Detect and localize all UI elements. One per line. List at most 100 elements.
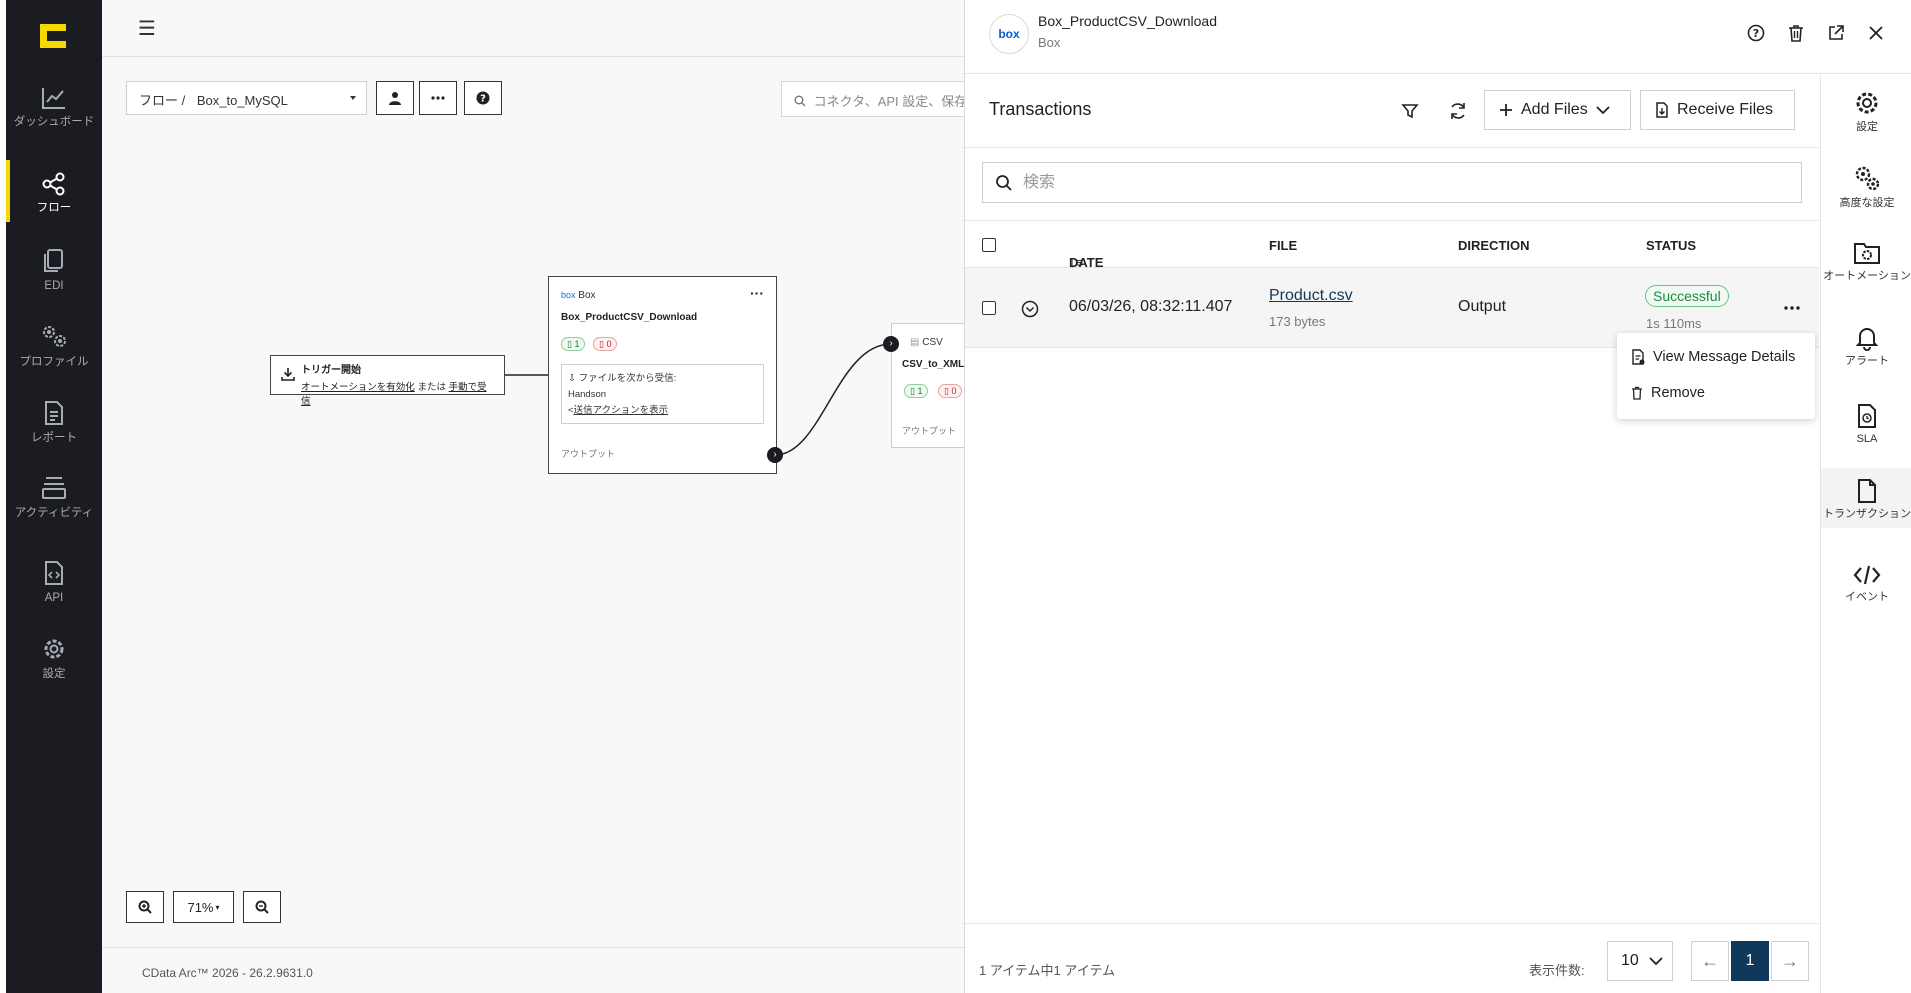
nav-item-dashboard[interactable]: ダッシュボード [6, 86, 102, 128]
box-connector-node[interactable]: box Box ··· Box_ProductCSV_Download ▯ 1 … [548, 276, 777, 474]
rail-item-label: 設定 [1856, 121, 1878, 133]
search-placeholder: 検索 [1023, 174, 1056, 191]
open-external-icon[interactable] [1825, 22, 1847, 44]
arrow-left-icon: ← [1701, 950, 1719, 971]
row-file-size: 173 bytes [1269, 314, 1326, 329]
nav-item-label: アクティビティ [14, 507, 94, 519]
rail-item-settings[interactable]: 設定 [1821, 89, 1911, 133]
row-checkbox[interactable] [982, 301, 996, 315]
remove-item[interactable]: Remove [1631, 385, 1705, 401]
rail-item-label: オートメーション [1823, 270, 1911, 282]
node-menu-icon[interactable]: ··· [750, 285, 764, 301]
send-action-link[interactable]: 送信アクションを表示 [574, 405, 669, 416]
prev-page-button[interactable]: ← [1691, 941, 1729, 981]
download-icon [281, 368, 295, 381]
success-count-badge[interactable]: ▯ 1 [561, 337, 586, 351]
rail-item-sla[interactable]: SLA [1821, 403, 1911, 445]
zoom-in-icon [138, 900, 152, 914]
rail-item-label: SLA [1856, 433, 1878, 445]
rail-item-transactions[interactable]: トランザクション [1821, 468, 1911, 528]
select-all-checkbox[interactable] [982, 238, 996, 252]
arrow-right-icon: → [1781, 950, 1799, 971]
page-1-button[interactable]: 1 [1731, 941, 1769, 981]
nav-item-report[interactable]: レポート [6, 400, 102, 444]
sla-doc-icon [1858, 404, 1876, 428]
row-date: 06/03/26, 08:32:11.407 [1069, 298, 1233, 315]
report-icon [45, 401, 63, 425]
error-count-badge[interactable]: ▯ 0 [938, 384, 963, 398]
rail-item-label: 高度な設定 [1839, 197, 1895, 209]
enable-automation-link[interactable]: オートメーションを有効化 [301, 382, 415, 393]
nav-item-activity[interactable]: アクティビティ [6, 475, 102, 519]
receive-source: Handson [568, 389, 607, 400]
row-actions-icon[interactable] [1784, 306, 1800, 310]
flow-canvas[interactable]: ☰ フロー / Box_to_MySQL ? コネクタ、API 設定、保存 トリ… [102, 0, 981, 993]
zoom-in-button[interactable] [126, 891, 164, 923]
node-output-label: アウトプット [902, 426, 957, 436]
node-input-port-icon[interactable]: › [883, 336, 899, 352]
trigger-node[interactable]: トリガー開始 オートメーションを有効化 または 手動で受信 [270, 355, 505, 407]
nav-item-label: 設定 [42, 668, 66, 680]
column-header-direction[interactable]: DIRECTION [1458, 238, 1530, 253]
nav-item-profile[interactable]: プロファイル [6, 322, 102, 368]
rail-item-automation[interactable]: オートメーション [1821, 240, 1911, 282]
svg-text:?: ? [1753, 27, 1759, 40]
status-badge: Successful [1645, 285, 1729, 307]
expand-chevron-circle-icon[interactable] [1021, 300, 1039, 318]
rail-item-label: アラート [1845, 355, 1889, 367]
refresh-icon[interactable] [1444, 97, 1472, 125]
add-files-label: Add Files [1521, 101, 1588, 118]
next-page-button[interactable]: → [1771, 941, 1809, 981]
nav-item-settings[interactable]: 設定 [6, 636, 102, 680]
transactions-section: Transactions Add Files Receive Files 検索 [965, 75, 1819, 993]
panel-header: box Box_ProductCSV_Download Box ? [965, 0, 1911, 74]
help-icon[interactable]: ? [1745, 22, 1767, 44]
nav-item-api[interactable]: API [6, 560, 102, 604]
cdata-logo-icon[interactable] [38, 22, 68, 50]
zoom-out-button[interactable] [243, 891, 281, 923]
node-name: CSV_to_XML [902, 359, 965, 370]
node-connector-type: Box [578, 290, 596, 301]
node-output-port-icon[interactable]: › [767, 447, 783, 463]
panel-title: Box_ProductCSV_Download [1038, 13, 1217, 29]
rail-item-events[interactable]: イベント [1821, 563, 1911, 603]
plus-icon [1500, 104, 1512, 116]
success-count-badge[interactable]: ▯ 1 [904, 384, 929, 398]
trash-icon[interactable] [1785, 22, 1807, 44]
box-logo-icon: box [561, 290, 576, 300]
rail-item-alerts[interactable]: アラート [1821, 325, 1911, 367]
filter-icon[interactable] [1396, 97, 1424, 125]
rail-item-label: トランザクション [1823, 508, 1911, 520]
section-title: Transactions [989, 99, 1092, 119]
column-header-status[interactable]: STATUS [1646, 238, 1696, 253]
nav-item-label: プロファイル [19, 356, 89, 368]
remove-label: Remove [1651, 385, 1705, 401]
error-count-badge[interactable]: ▯ 0 [593, 337, 618, 351]
per-page-label: 表示件数: [1529, 963, 1585, 978]
add-files-button[interactable]: Add Files [1484, 90, 1631, 130]
receive-files-button[interactable]: Receive Files [1640, 90, 1795, 130]
nav-item-edi[interactable]: EDI [6, 248, 102, 292]
left-nav: ダッシュボード フロー EDI プロファイル レポート アクティビティ API [6, 0, 102, 993]
rail-item-label: イベント [1845, 591, 1889, 603]
node-name: Box_ProductCSV_Download [561, 312, 698, 323]
rail-item-advanced-settings[interactable]: 高度な設定 [1821, 163, 1911, 209]
nav-item-label: フロー [36, 202, 72, 214]
transaction-search-input[interactable]: 検索 [982, 162, 1802, 203]
view-message-details-item[interactable]: View Message Details [1631, 349, 1795, 365]
item-count-text: 1 アイテム中1 アイテム [979, 963, 1116, 978]
zoom-level-select[interactable]: 71% ▾ [173, 891, 234, 923]
nav-item-label: API [44, 592, 64, 604]
nav-item-label: ダッシュボード [13, 116, 95, 128]
close-icon[interactable] [1865, 22, 1887, 44]
per-page-select[interactable]: 10 [1607, 941, 1673, 981]
box-logo-icon: box [989, 14, 1029, 54]
column-header-file[interactable]: FILE [1269, 238, 1297, 253]
trash-icon [1632, 386, 1642, 400]
nav-item-flow[interactable]: フロー [6, 160, 102, 222]
node-output-label: アウトプット [561, 449, 616, 459]
version-text: CData Arc™ 2026 - 26.2.9631.0 [142, 966, 313, 980]
bell-icon [1855, 328, 1879, 351]
row-file-link[interactable]: Product.csv [1269, 287, 1353, 305]
caret-down-icon: ▾ [215, 902, 220, 912]
